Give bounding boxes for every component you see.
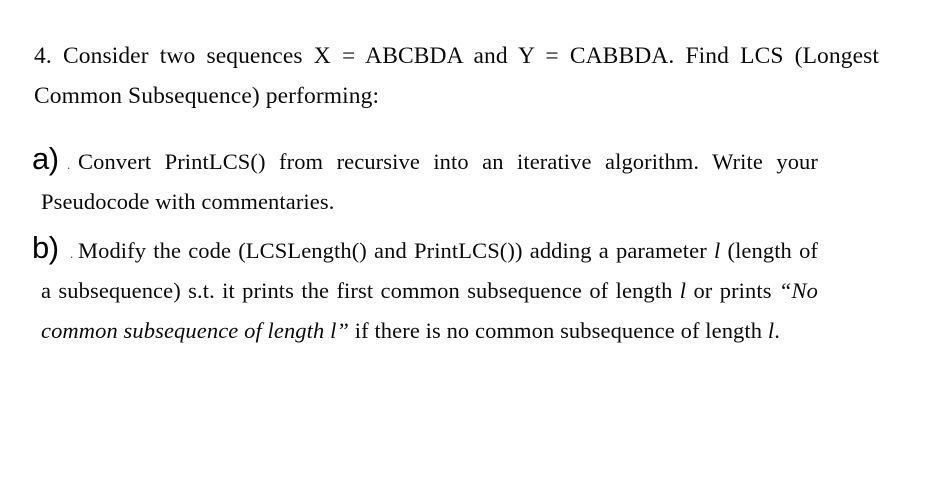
subitem-b-text-1: Modify the code (LCSLength() and PrintLC… xyxy=(78,238,714,263)
subitem-b-body: Modify the code (LCSLength() and PrintLC… xyxy=(32,231,818,351)
subitem-b-marker: b) xyxy=(32,230,59,265)
subitem-a-text: Convert PrintLCS() from recursive into a… xyxy=(41,149,818,214)
subitem-b-text-4: if there is no common subsequence of len… xyxy=(349,318,768,343)
subitem-list: a) . Convert PrintLCS() from recursive i… xyxy=(32,142,818,351)
subitem-a-marker: a) xyxy=(32,141,59,176)
question-text: Consider two sequences X = ABCBDA and Y … xyxy=(34,43,879,109)
subitem-b: b) . Modify the code (LCSLength() and Pr… xyxy=(32,231,818,351)
subitem-b-marker-dot: . xyxy=(70,246,74,261)
subitem-b-text-3: or prints xyxy=(686,278,779,303)
question-paragraph: 4. Consider two sequences X = ABCBDA and… xyxy=(34,36,879,116)
document-page: 4. Consider two sequences X = ABCBDA and… xyxy=(0,0,937,501)
subitem-a: a) . Convert PrintLCS() from recursive i… xyxy=(32,142,818,222)
subitem-b-text-5: . xyxy=(774,318,780,343)
subitem-a-body: Convert PrintLCS() from recursive into a… xyxy=(32,142,818,222)
subitem-a-marker-dot: . xyxy=(67,157,71,172)
question-block: 4. Consider two sequences X = ABCBDA and… xyxy=(34,36,879,116)
question-number: 4. xyxy=(34,43,52,69)
